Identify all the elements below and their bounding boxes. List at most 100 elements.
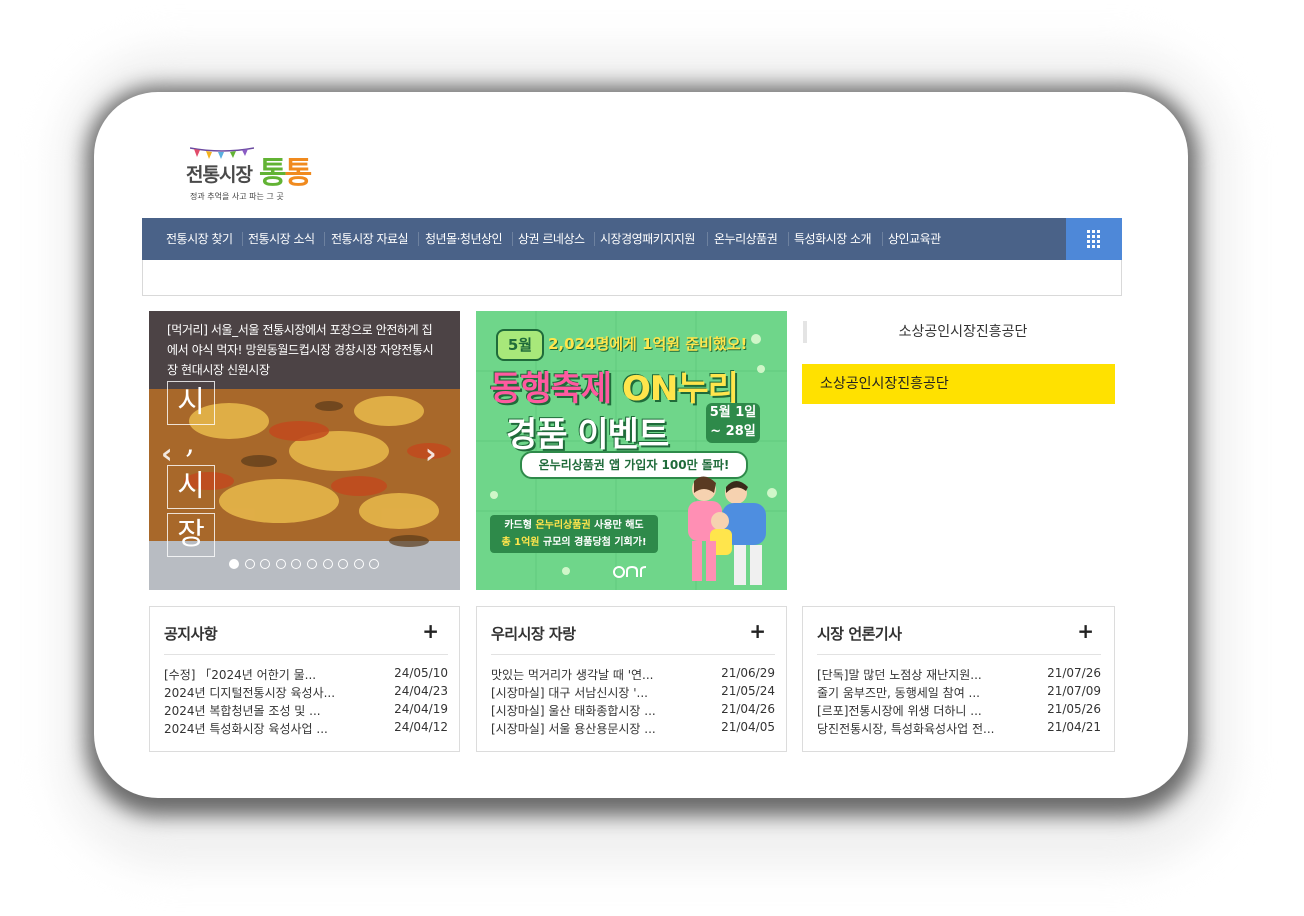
row-date: 21/04/26 [721, 702, 775, 716]
site-logo[interactable]: 전통시장 통통 정과 추억을 사고 파는 그 곳 [186, 146, 316, 204]
nav-item-education[interactable]: 상인교육관 [888, 218, 941, 260]
slider-dot[interactable] [244, 559, 255, 569]
banner-info-1c: 사용만 해도 [590, 520, 644, 531]
slide-caption[interactable]: [먹거리] 서울_서울 전통시장에서 포장으로 안전하게 집에서 야식 먹자! … [149, 311, 460, 389]
slide-vertical-char: 시 [167, 381, 215, 425]
row-title: [수정] 「2024년 어한기 물... [164, 668, 317, 682]
board-row[interactable]: [르포]전통시장에 위생 더하니 ... 21/05/26 [817, 702, 1101, 720]
logo-accent-a: 통 [259, 156, 287, 191]
nav-item-archive[interactable]: 전통시장 자료실 [331, 218, 409, 260]
nav-divider [707, 232, 708, 246]
slider-next-button[interactable]: › [425, 437, 437, 470]
banner-info-box: 카드형 온누리상품권 사용만 해도 총 1억원 규모의 경품당첨 기회가! [490, 515, 658, 553]
slide-caption-text: [먹거리] 서울_서울 전통시장에서 포장으로 안전하게 집에서 야식 먹자! … [167, 323, 434, 377]
banner-date-end: ~ 28일 [710, 424, 756, 439]
banner-title-a: 동행 [490, 369, 552, 409]
nav-divider [788, 232, 789, 246]
board-row[interactable]: 2024년 디지털전통시장 육성사... 24/04/23 [164, 684, 448, 702]
nav-divider [882, 232, 883, 246]
notice-board: 공지사항 + [수정] 「2024년 어한기 물... 24/05/10 2024… [149, 606, 460, 752]
logo-accent-b: 통 [284, 156, 313, 191]
board-title: 우리시장 자랑 [491, 625, 576, 643]
agency-link-label: 소상공인시장진흥공단 [820, 376, 949, 392]
logo-accent: 통통 [259, 148, 313, 192]
nav-divider [324, 232, 325, 246]
nav-item-renaissance[interactable]: 상권 르네상스 [518, 218, 585, 260]
people-illustration [688, 476, 766, 585]
nav-divider [594, 232, 595, 246]
nav-item-onnuri[interactable]: 온누리상품권 [714, 218, 778, 260]
slider-dot[interactable] [275, 559, 286, 569]
logo-tagline: 정과 추억을 사고 파는 그 곳 [190, 192, 284, 201]
slider-dot[interactable] [353, 559, 364, 569]
plus-icon[interactable]: + [749, 621, 766, 641]
side-title: 소상공인시장진흥공단 [803, 321, 1119, 343]
board-row[interactable]: 당진전통시장, 특성화육성사업 전... 21/04/21 [817, 720, 1101, 738]
board-title: 시장 언론기사 [817, 625, 902, 643]
event-banner[interactable]: 5월 2,024명에게 1억원 준비했오! 동행축제 ON누리 경품 이벤트 5… [476, 311, 787, 590]
row-title: [시장마실] 서울 용산용문시장 ... [491, 722, 656, 736]
slider-dot[interactable] [229, 559, 239, 569]
board-row[interactable]: 맛있는 먹거리가 생각날 때 '연... 21/06/29 [491, 666, 775, 684]
banner-info-line1: 카드형 온누리상품권 사용만 해도 [490, 517, 658, 534]
nav-divider [242, 232, 243, 246]
photo-slider[interactable]: [먹거리] 서울_서울 전통시장에서 포장으로 안전하게 집에서 야식 먹자! … [149, 311, 460, 590]
board-title: 공지사항 [164, 625, 218, 643]
row-title: [단독]말 많던 노점상 재난지원... [817, 668, 982, 682]
row-title: [시장마실] 대구 서남신시장 '... [491, 686, 648, 700]
bunting-icon [190, 147, 254, 159]
board-row[interactable]: 2024년 특성화시장 육성사업 ... 24/04/12 [164, 720, 448, 738]
slider-dot[interactable] [322, 559, 333, 569]
row-title: [시장마실] 울산 태화종합시장 ... [491, 704, 656, 718]
banner-headline: 2,024명에게 1억원 준비했오! [548, 335, 748, 353]
nav-item-special-market[interactable]: 특성화시장 소개 [794, 218, 872, 260]
nav-item-package-support[interactable]: 시장경영패키지지원 [600, 218, 695, 260]
row-date: 24/04/23 [394, 684, 448, 698]
banner-date-start: 5월 1일 [709, 405, 757, 420]
nav-item-market-news[interactable]: 전통시장 소식 [248, 218, 315, 260]
board-row[interactable]: [시장마실] 서울 용산용문시장 ... 21/04/05 [491, 720, 775, 738]
nav-divider [418, 232, 419, 246]
plus-icon[interactable]: + [1077, 621, 1094, 641]
market-pride-board: 우리시장 자랑 + 맛있는 먹거리가 생각날 때 '연... 21/06/29 [… [476, 606, 787, 752]
row-title: 2024년 복합청년몰 조성 및 ... [164, 704, 321, 718]
banner-month: 5월 [496, 329, 544, 361]
board-divider [164, 654, 448, 655]
row-title: 맛있는 먹거리가 생각날 때 '연... [491, 668, 654, 682]
row-title: 당진전통시장, 특성화육성사업 전... [817, 722, 995, 736]
all-menu-button[interactable] [1066, 218, 1122, 260]
board-row[interactable]: [시장마실] 대구 서남신시장 '... 21/05/24 [491, 684, 775, 702]
nav-item-youth-mall[interactable]: 청년몰·청년상인 [425, 218, 503, 260]
slider-dot[interactable] [307, 559, 317, 569]
banner-info-2a: 총 1억원 [501, 537, 540, 548]
row-date: 21/04/21 [1047, 720, 1101, 734]
banner-title-b: 축제 [550, 369, 613, 409]
slide-vertical-char: 시 [167, 465, 215, 509]
slider-prev-button[interactable]: ‹ [161, 437, 173, 470]
board-row[interactable]: [수정] 「2024년 어한기 물... 24/05/10 [164, 666, 448, 684]
board-row[interactable]: [단독]말 많던 노점상 재난지원... 21/07/26 [817, 666, 1101, 684]
logo-word: 전통시장 [186, 164, 253, 186]
onnuri-logo-icon [613, 565, 647, 578]
board-row[interactable]: 2024년 복합청년몰 조성 및 ... 24/04/19 [164, 702, 448, 720]
row-date: 21/05/26 [1047, 702, 1101, 716]
row-date: 21/04/05 [721, 720, 775, 734]
row-date: 24/04/19 [394, 702, 448, 716]
board-row[interactable]: [시장마실] 울산 태화종합시장 ... 21/04/26 [491, 702, 775, 720]
plus-icon[interactable]: + [422, 621, 439, 641]
agency-link-button[interactable]: 소상공인시장진흥공단 [802, 364, 1115, 404]
nav-divider [512, 232, 513, 246]
slide-vertical-char: , [185, 426, 195, 461]
row-title: 2024년 디지털전통시장 육성사... [164, 686, 336, 700]
row-title: [르포]전통시장에 위생 더하니 ... [817, 704, 982, 718]
board-row[interactable]: 줄기 움부즈만, 동행세일 참여 ... 21/07/09 [817, 684, 1101, 702]
press-board: 시장 언론기사 + [단독]말 많던 노점상 재난지원... 21/07/26 줄… [802, 606, 1115, 752]
nav-item-market-search[interactable]: 전통시장 찾기 [166, 218, 233, 260]
row-date: 21/05/24 [721, 684, 775, 698]
row-date: 24/05/10 [394, 666, 448, 680]
row-date: 21/07/26 [1047, 666, 1101, 680]
banner-date: 5월 1일 ~ 28일 [706, 403, 760, 443]
slide-vertical-char: 장 [167, 513, 215, 557]
banner-info-2b: 규모의 경품당첨 기회가! [539, 537, 647, 548]
row-date: 21/06/29 [721, 666, 775, 680]
